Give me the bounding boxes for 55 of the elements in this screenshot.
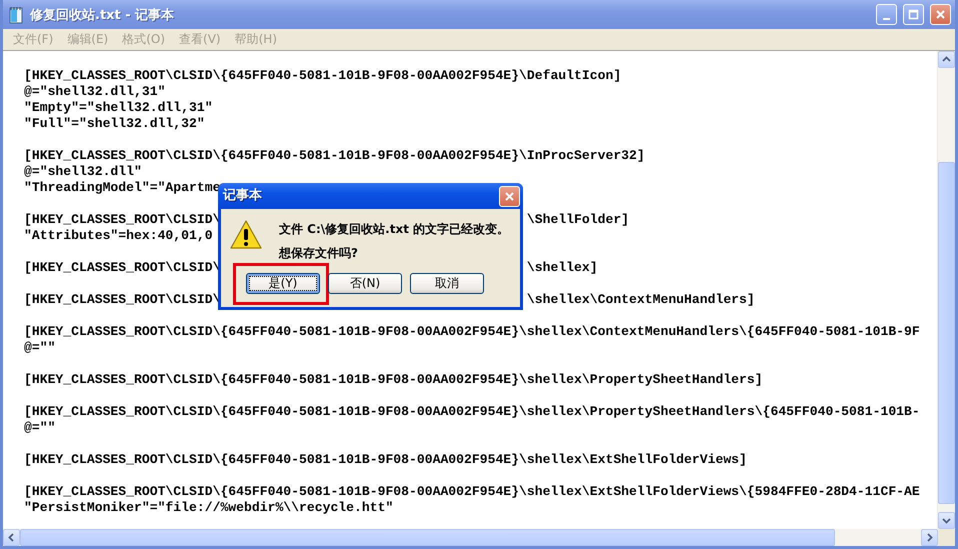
text-line: "ThreadingModel"="Apartme: [24, 180, 220, 195]
text-line: [HKEY_CLASSES_ROOT\CLSID\{645FF040-5081-101B-9F08-00AA002F954E}\shellex\ExtShellFolderViews\{5984FFE0-28D4-11CF-AE: [24, 484, 920, 499]
text-line: [HKEY_CLASSES_ROOT\CLSID\{645FF040-5081-101B-9F08-00AA002F954E}\DefaultIcon]: [24, 68, 622, 83]
text-line: [HKEY_CLASSES_ROOT\CLSID\{645FF040-5081-101B-9F08-00AA002F954E}\shellex\ExtShellFolderViews]: [24, 452, 747, 467]
text-line: [HKEY_CLASSES_ROOT\CLSID\{645FF040-5081-101B-9F08-00AA002F954E}\shellex\PropertySheetHandlers]: [24, 372, 763, 387]
scroll-right-button[interactable]: [921, 529, 938, 546]
menu-item[interactable]: 编辑(E): [61, 31, 114, 48]
text-line: "Empty"="shell32.dll,31": [24, 100, 213, 115]
text-line: \shellex\ContextMenuHandlers]: [526, 292, 755, 307]
menu-item[interactable]: 查看(V): [173, 31, 227, 48]
menu-item[interactable]: 文件(F): [7, 31, 60, 48]
text-line: "PersistMoniker"="file://%webdir%\\recycle.htt": [24, 500, 394, 515]
text-line: @="shell32.dll": [24, 164, 142, 179]
scroll-left-button[interactable]: [3, 529, 20, 546]
warning-icon: [229, 219, 263, 250]
close-button[interactable]: [930, 4, 951, 25]
dialog-button[interactable]: 否(N): [328, 273, 402, 294]
text-line: [HKEY_CLASSES_ROOT\CLSID\{645FF040-5081-101B-9F08-00AA002F954E}\shellex\ContextMenuHandlers\{645FF040-5081-101B-9F: [24, 324, 920, 339]
scrollbar-thumb[interactable]: [938, 162, 955, 504]
caret-up-icon: [942, 55, 951, 64]
window-title: 修复回收站.txt - 记事本: [30, 6, 176, 24]
text-line: \shellex]: [526, 260, 598, 275]
text-line: [HKEY_CLASSES_ROOT\CLSID\: [24, 212, 220, 227]
message-text: 想保存文件吗?: [279, 245, 359, 261]
text-line: [HKEY_CLASSES_ROOT\CLSID\: [24, 292, 220, 307]
size-grip[interactable]: [938, 529, 955, 546]
text-line: "Full"="shell32.dll,32": [24, 116, 205, 131]
maximize-icon: [908, 9, 919, 20]
text-line: @="": [24, 420, 56, 435]
close-icon: [935, 9, 946, 20]
menu-item[interactable]: 格式(O): [116, 31, 172, 48]
maximize-button[interactable]: [903, 4, 924, 25]
text-line: @="shell32.dll,31": [24, 84, 166, 99]
dialog-button[interactable]: 取消: [410, 273, 484, 294]
notepad-icon: [8, 6, 24, 24]
close-icon: [504, 190, 515, 202]
caret-down-icon: [942, 516, 951, 525]
vertical-scrollbar[interactable]: [937, 51, 955, 529]
menu-item[interactable]: 帮助(H): [228, 31, 283, 48]
caret-right-icon: [925, 533, 934, 542]
caret-left-icon: [7, 533, 16, 542]
text-line: [HKEY_CLASSES_ROOT\CLSID\: [24, 260, 220, 275]
minimize-button[interactable]: [876, 4, 897, 25]
text-line: [HKEY_CLASSES_ROOT\CLSID\{645FF040-5081-101B-9F08-00AA002F954E}\InProcServer32]: [24, 148, 645, 163]
scroll-down-button[interactable]: [938, 512, 955, 529]
text-line: @="": [24, 340, 56, 355]
text-line: "Attributes"=hex:40,01,0: [24, 228, 213, 243]
minimize-icon: [883, 18, 890, 20]
dialog-title: 记事本: [223, 188, 263, 204]
text-line: \ShellFolder]: [526, 212, 630, 227]
message-text: 文件 C:\修复回收站.txt 的文字已经改变。: [279, 221, 510, 237]
close-button[interactable]: [499, 186, 520, 206]
text-line: [HKEY_CLASSES_ROOT\CLSID\{645FF040-5081-101B-9F08-00AA002F954E}\shellex\PropertySheetHandlers\{645FF040-5081-101B-: [24, 404, 920, 419]
scroll-up-button[interactable]: [938, 51, 955, 68]
dialog-button[interactable]: 是(Y): [246, 273, 320, 294]
